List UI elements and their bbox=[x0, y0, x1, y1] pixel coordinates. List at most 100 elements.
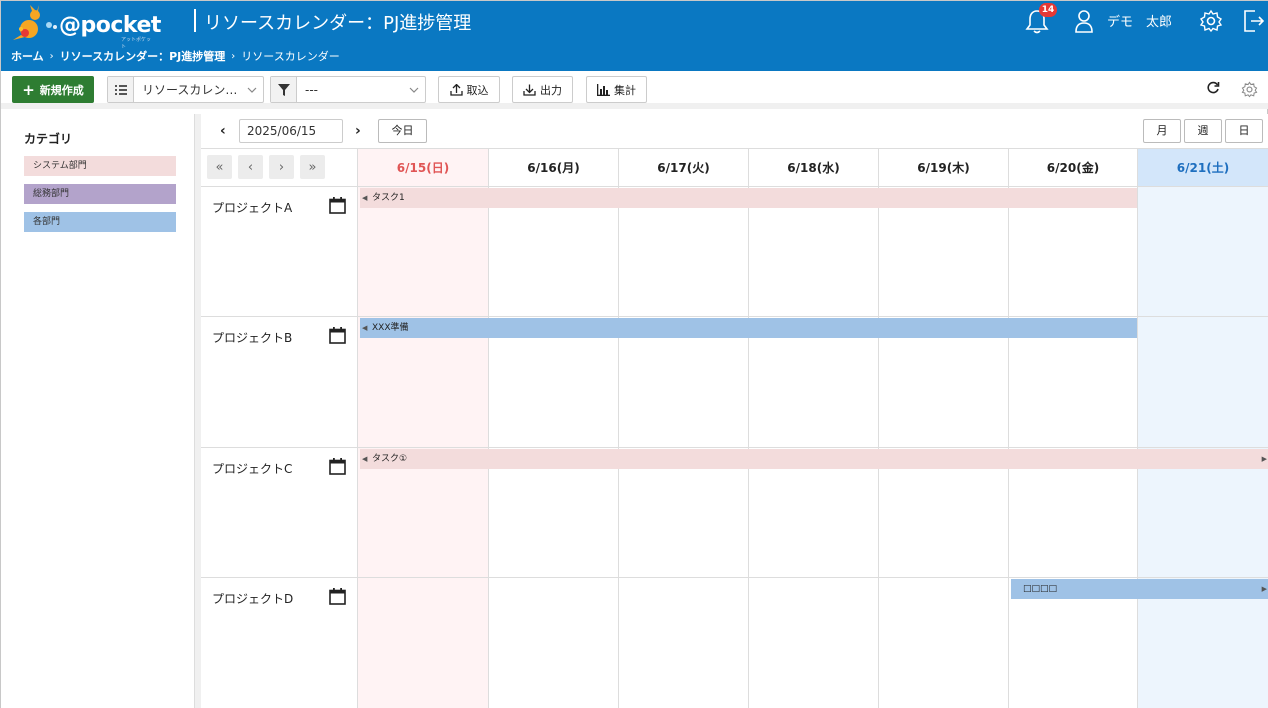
chevron-left-icon[interactable]: ‹ bbox=[238, 155, 263, 179]
user-icon[interactable] bbox=[1074, 9, 1094, 36]
view-day-button[interactable]: 日 bbox=[1225, 119, 1263, 143]
view-select[interactable]: リソースカレン… bbox=[107, 76, 264, 103]
double-chevron-right-icon[interactable]: » bbox=[300, 155, 325, 179]
calendar-cell[interactable] bbox=[619, 578, 749, 708]
continues-left-icon: ◀ bbox=[362, 194, 368, 202]
category-sidebar: カテゴリ システム部門 総務部門 各部門 bbox=[1, 114, 195, 708]
chevron-right-icon[interactable]: › bbox=[269, 155, 294, 179]
project-name: プロジェクトA bbox=[212, 201, 293, 215]
logout-icon[interactable] bbox=[1243, 9, 1265, 36]
category-item-all-departments[interactable]: 各部門 bbox=[24, 212, 176, 232]
filter-select-value: --- bbox=[305, 82, 318, 97]
project-name: プロジェクトD bbox=[212, 592, 294, 606]
upload-icon bbox=[449, 83, 463, 96]
kangaroo-logo-icon bbox=[13, 5, 57, 40]
new-button-label: 新規作成 bbox=[39, 83, 84, 97]
view-week-button[interactable]: 週 bbox=[1184, 119, 1222, 143]
task-bar[interactable]: □□□□ ▶ bbox=[1011, 579, 1268, 599]
calendar-cell[interactable] bbox=[1138, 187, 1268, 317]
summary-button-label: 集計 bbox=[614, 83, 636, 97]
calendar-icon[interactable] bbox=[329, 458, 346, 478]
category-label: システム部門 bbox=[33, 161, 87, 171]
today-button[interactable]: 今日 bbox=[378, 119, 427, 143]
date-input[interactable]: 2025/06/15 bbox=[239, 119, 343, 143]
calendar-cell[interactable] bbox=[358, 578, 489, 708]
day-header[interactable]: 6/15(日) bbox=[358, 149, 489, 187]
continues-right-icon: ▶ bbox=[1261, 585, 1267, 593]
continues-left-icon: ◀ bbox=[362, 324, 368, 332]
task-bar[interactable]: ◀ XXX準備 bbox=[360, 318, 1137, 338]
app-logo[interactable]: @pocket アットポケット bbox=[11, 5, 161, 50]
export-button-label: 出力 bbox=[540, 83, 562, 97]
filter-select[interactable]: --- bbox=[270, 76, 426, 103]
breadcrumb-separator-icon: › bbox=[231, 50, 236, 62]
project-row-label: プロジェクトD bbox=[201, 578, 358, 708]
export-button[interactable]: 出力 bbox=[512, 76, 573, 103]
breadcrumb-separator-icon: › bbox=[49, 50, 54, 62]
new-button[interactable]: + 新規作成 bbox=[12, 76, 94, 103]
logo-text: @pocket bbox=[59, 13, 161, 38]
project-name: プロジェクトC bbox=[212, 462, 293, 476]
day-header[interactable]: 6/16(月) bbox=[489, 149, 619, 187]
breadcrumb-current: リソースカレンダー bbox=[241, 50, 340, 63]
calendar-cell[interactable] bbox=[749, 578, 879, 708]
refresh-icon[interactable] bbox=[1206, 81, 1220, 98]
breadcrumb: ホーム › リソースカレンダー：PJ進捗管理 › リソースカレンダー bbox=[11, 48, 340, 64]
project-row-label: プロジェクトB bbox=[201, 317, 358, 448]
category-label: 総務部門 bbox=[33, 189, 70, 199]
import-button-label: 取込 bbox=[466, 83, 489, 97]
list-icon bbox=[108, 77, 134, 102]
continues-left-icon: ◀ bbox=[362, 455, 368, 463]
next-date-icon[interactable]: › bbox=[355, 123, 361, 139]
toolbar: + 新規作成 リソースカレン… --- 取込 出力 集計 bbox=[1, 71, 1268, 109]
day-header[interactable]: 6/18(水) bbox=[749, 149, 879, 187]
day-header[interactable]: 6/19(木) bbox=[879, 149, 1009, 187]
calendar-icon[interactable] bbox=[329, 197, 346, 217]
calendar-icon[interactable] bbox=[329, 327, 346, 347]
download-icon bbox=[523, 84, 536, 96]
chevron-down-icon bbox=[403, 77, 425, 102]
page-title: リソースカレンダー：PJ進捗管理 bbox=[204, 13, 472, 34]
double-chevron-left-icon[interactable]: « bbox=[207, 155, 232, 179]
day-header[interactable]: 6/17(火) bbox=[619, 149, 749, 187]
user-name[interactable]: デモ 太郎 bbox=[1107, 11, 1172, 30]
task-label: タスク1 bbox=[372, 193, 405, 203]
continues-right-icon: ▶ bbox=[1261, 455, 1267, 463]
view-month-button[interactable]: 月 bbox=[1143, 119, 1181, 143]
filter-icon bbox=[271, 77, 297, 102]
task-bar[interactable]: ◀ タスク1 bbox=[360, 188, 1137, 208]
task-label: □□□□ bbox=[1023, 584, 1058, 594]
task-label: XXX準備 bbox=[372, 323, 409, 333]
calendar-nav-buttons: « ‹ › » bbox=[201, 149, 358, 187]
summary-button[interactable]: 集計 bbox=[586, 76, 647, 103]
calendar-cell[interactable] bbox=[1138, 317, 1268, 448]
project-row-label: プロジェクトA bbox=[201, 187, 358, 317]
calendar-cell[interactable] bbox=[879, 578, 1009, 708]
category-item-system[interactable]: システム部門 bbox=[24, 156, 176, 176]
settings-gear-icon[interactable] bbox=[1199, 9, 1223, 36]
category-item-general-affairs[interactable]: 総務部門 bbox=[24, 184, 176, 204]
view-select-value: リソースカレン… bbox=[142, 83, 238, 97]
prev-date-icon[interactable]: ‹ bbox=[220, 123, 226, 139]
import-button[interactable]: 取込 bbox=[438, 76, 500, 103]
notification-badge: 14 bbox=[1039, 3, 1057, 17]
breadcrumb-app[interactable]: リソースカレンダー：PJ進捗管理 bbox=[60, 48, 226, 64]
day-header[interactable]: 6/20(金) bbox=[1009, 149, 1138, 187]
project-row-label: プロジェクトC bbox=[201, 448, 358, 578]
task-bar[interactable]: ◀ タスク① ▶ bbox=[360, 449, 1268, 469]
resource-calendar: ‹ 2025/06/15 › 今日 月 週 日 « ‹ › » 6/15(日) 6… bbox=[201, 114, 1268, 708]
day-header[interactable]: 6/21(土) bbox=[1138, 149, 1268, 187]
chevron-down-icon bbox=[241, 77, 263, 102]
plus-icon: + bbox=[22, 80, 35, 99]
title-divider bbox=[194, 9, 196, 32]
calendar-controls: ‹ 2025/06/15 › 今日 月 週 日 bbox=[201, 114, 1268, 149]
calendar-cell[interactable] bbox=[489, 578, 619, 708]
category-title: カテゴリ bbox=[24, 132, 73, 146]
calendar-icon[interactable] bbox=[329, 588, 346, 608]
task-label: タスク① bbox=[372, 454, 408, 464]
project-name: プロジェクトB bbox=[212, 331, 293, 345]
category-label: 各部門 bbox=[33, 217, 61, 227]
breadcrumb-home[interactable]: ホーム bbox=[11, 48, 44, 64]
toolbar-settings-gear-icon[interactable] bbox=[1241, 81, 1258, 101]
app-header: @pocket アットポケット リソースカレンダー：PJ進捗管理 ホーム › リ… bbox=[1, 1, 1268, 71]
